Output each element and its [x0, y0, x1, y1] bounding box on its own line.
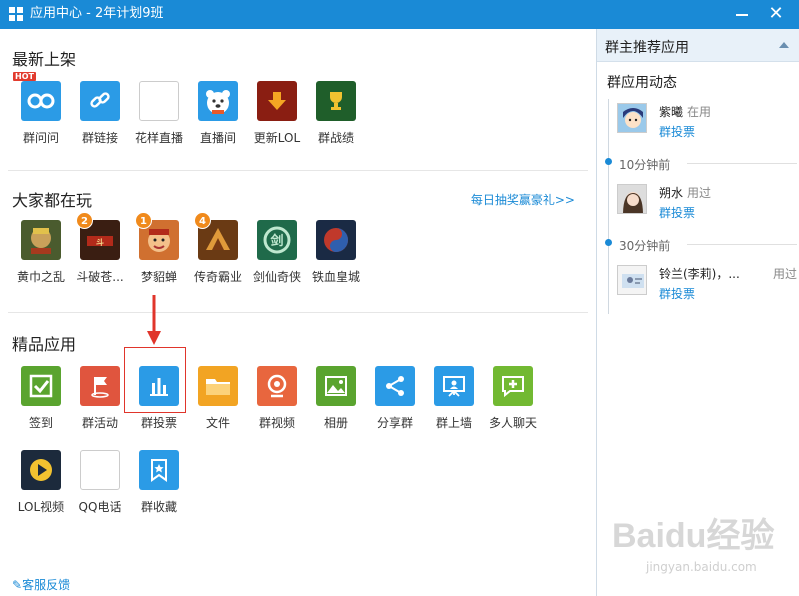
- app-center-main: 最新上架 HOT 群问问 群链接 花样直播 直播间 更新LOL 群战绩 大家都在…: [0, 29, 595, 596]
- feed-status: 在用: [687, 105, 712, 119]
- count-badge: 4: [194, 212, 211, 229]
- title-bar: 应用中心 - 2年计划9班 ✕: [0, 0, 799, 29]
- feedback-link[interactable]: ✎客服反馈: [12, 576, 70, 593]
- svg-text:剑: 剑: [269, 233, 283, 249]
- feed-user: 朔水 用过: [659, 186, 712, 200]
- red-arrow-icon: [147, 295, 161, 345]
- app-qunshoucang[interactable]: 群收藏: [123, 450, 195, 515]
- chat-add-icon: [493, 366, 533, 406]
- phone-icon: [80, 450, 120, 490]
- panel-title: 群主推荐应用: [605, 40, 689, 56]
- feed-app-link[interactable]: 群投票: [659, 123, 695, 140]
- owl-icon: HOT: [13, 72, 61, 121]
- divider: [687, 244, 797, 245]
- game-icon: 1: [135, 212, 179, 260]
- count-badge: 1: [135, 212, 152, 229]
- section-title-newest: 最新上架: [12, 50, 77, 69]
- divider: [8, 170, 588, 171]
- feed-app-link[interactable]: 群投票: [659, 204, 695, 221]
- feed-status: 用过: [772, 267, 797, 281]
- app-duoren-liaotian[interactable]: 多人聊天: [477, 366, 549, 431]
- highlight-box: [124, 347, 186, 413]
- feed-item[interactable]: 朔水 用过 群投票: [617, 184, 797, 224]
- panel-subtitle: 群应用动态: [607, 75, 677, 91]
- placeholder-icon: [139, 81, 179, 121]
- share-icon: [375, 366, 415, 406]
- feed-time: 10分钟前: [619, 158, 671, 172]
- feed-status: 用过: [687, 186, 712, 200]
- minimize-button[interactable]: [731, 3, 753, 25]
- feed-time: 30分钟前: [619, 239, 671, 253]
- play-icon: [21, 450, 61, 490]
- feed-app-link[interactable]: 群投票: [659, 285, 695, 302]
- app-label: 铁血皇城: [311, 270, 360, 284]
- app-label: 群收藏: [140, 500, 177, 514]
- avatar: [617, 103, 647, 133]
- divider: [8, 312, 588, 313]
- watermark: Baidu经验: [612, 517, 775, 555]
- game-icon: 2 斗: [76, 212, 120, 260]
- game-icon: 4: [194, 212, 238, 260]
- divider: [687, 163, 797, 164]
- game-tiexue[interactable]: 铁血皇城: [300, 220, 372, 285]
- app-label: 多人聊天: [488, 416, 537, 430]
- checkbox-icon: [21, 366, 61, 406]
- app-grid-icon: [9, 7, 24, 22]
- feedback-label: 客服反馈: [22, 578, 71, 592]
- close-button[interactable]: ✕: [765, 3, 787, 25]
- link-icon: [80, 81, 120, 121]
- game-icon: 剑: [257, 220, 297, 260]
- feed-user: 铃兰(李莉)，...: [659, 267, 740, 281]
- app-qunzhanji[interactable]: 群战绩: [300, 81, 372, 146]
- photo-icon: [316, 366, 356, 406]
- svg-text:斗: 斗: [96, 238, 104, 247]
- game-icon: [316, 220, 356, 260]
- app-label: 群战绩: [317, 131, 354, 145]
- watermark-url: jingyan.baidu.com: [646, 560, 757, 574]
- feed-user: 紫曦 在用: [659, 105, 712, 119]
- panel-header: 群主推荐应用: [597, 29, 799, 62]
- count-badge: 2: [76, 212, 93, 229]
- bookmark-star-icon: [139, 450, 179, 490]
- bear-icon: [198, 81, 238, 121]
- flag-icon: [80, 366, 120, 406]
- folder-icon: [198, 366, 238, 406]
- collapse-caret-icon[interactable]: [779, 42, 789, 48]
- section-title-featured: 精品应用: [12, 335, 77, 354]
- avatar: [617, 265, 647, 295]
- avatar: [617, 184, 647, 214]
- hot-badge: HOT: [13, 72, 36, 81]
- window-title: 应用中心 - 2年计划9班: [30, 6, 164, 21]
- timeline-dot: [605, 158, 612, 165]
- section-title-popular: 大家都在玩: [12, 191, 93, 210]
- daily-lottery-link[interactable]: 每日抽奖赢豪礼>>: [471, 191, 575, 208]
- game-icon: [21, 220, 61, 260]
- edit-icon: ✎: [12, 578, 23, 592]
- minimize-icon: [736, 13, 748, 16]
- feed-item[interactable]: 紫曦 在用 群投票: [617, 103, 797, 143]
- camera-icon: [257, 366, 297, 406]
- timeline-dot: [605, 239, 612, 246]
- feed-item[interactable]: 铃兰(李莉)，... 用过 群投票: [617, 265, 797, 305]
- timeline-line: [608, 99, 609, 314]
- trophy-icon: [316, 81, 356, 121]
- presentation-icon: [434, 366, 474, 406]
- download-arrow-icon: [257, 81, 297, 121]
